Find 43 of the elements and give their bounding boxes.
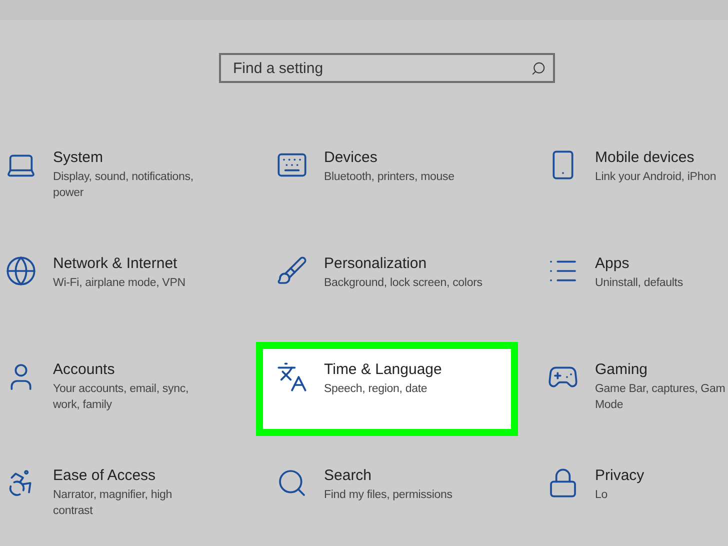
settings-tile[interactable]: Gaming Game Bar, captures, Gam Mode (527, 342, 728, 436)
category-description: Background, lock screen, colors (324, 276, 482, 291)
category-title: Gaming (595, 361, 649, 378)
settings-tile[interactable]: Accounts Your accounts, email, sync, work, family (0, 342, 247, 436)
category-title: Network & Internet (53, 255, 178, 272)
category-description: Game Bar, captures, Gam Mode (595, 382, 726, 413)
settings-tile[interactable]: Time & Language Speech, region, date (256, 342, 518, 436)
search-icon (276, 467, 308, 499)
settings-tile[interactable]: Personalization Background, lock screen, colors (256, 236, 518, 330)
category-title: Accounts (53, 361, 116, 378)
settings-tile[interactable]: Privacy Lo (527, 448, 728, 542)
category-title: Privacy (595, 467, 644, 484)
category-description: Speech, region, date (324, 382, 428, 397)
settings-tile[interactable]: Mobile devices Link your Android, iPhon (527, 130, 728, 224)
settings-tile[interactable]: Apps Uninstall, defaults (527, 236, 728, 330)
settings-tile[interactable]: System Display, sound, notifications, power (0, 130, 247, 224)
globe-icon (5, 255, 37, 287)
category-title: Time & Language (324, 361, 442, 378)
lock-icon (547, 467, 579, 499)
category-description: Link your Android, iPhon (595, 170, 716, 185)
search-field[interactable]: Find a setting (219, 53, 555, 83)
category-title: Apps (595, 255, 630, 272)
category-description: Uninstall, defaults (595, 276, 683, 291)
category-description: Lo (595, 488, 608, 503)
category-description: Wi-Fi, airplane mode, VPN (53, 276, 186, 291)
category-title: Ease of Access (53, 467, 157, 484)
category-description: Display, sound, notifications, power (53, 170, 194, 201)
brush-icon (276, 255, 308, 287)
settings-tile[interactable]: Network & Internet Wi-Fi, airplane mode, VPN (0, 236, 247, 330)
language-icon (276, 361, 308, 393)
category-description: Narrator, magnifier, high contrast (53, 488, 172, 519)
category-description: Find my files, permissions (324, 488, 452, 503)
settings-tile[interactable]: Search Find my files, permissions (256, 448, 518, 542)
category-description: Your accounts, email, sync, work, family (53, 382, 189, 413)
category-title: Search (324, 467, 373, 484)
settings-tile[interactable]: Ease of Access Narrator, magnifier, high contrast (0, 448, 247, 542)
category-title: System (53, 149, 104, 166)
category-title: Mobile devices (595, 149, 696, 166)
category-title: Devices (324, 149, 378, 166)
search-icon (531, 61, 546, 76)
category-description: Bluetooth, printers, mouse (324, 170, 454, 185)
category-title: Personalization (324, 255, 428, 272)
settings-tile[interactable]: Devices Bluetooth, printers, mouse (256, 130, 518, 224)
